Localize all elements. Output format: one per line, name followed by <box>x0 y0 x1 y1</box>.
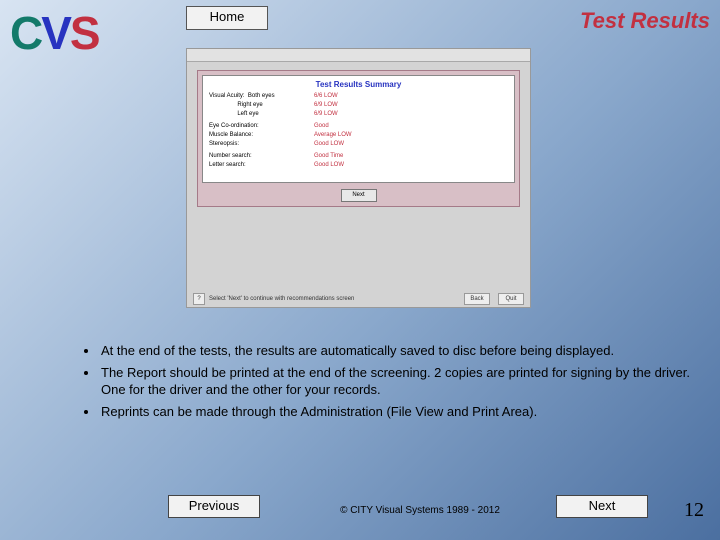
results-screenshot: Test Results Summary Visual Acuity: Both… <box>186 48 531 308</box>
row-label: Eye Co-ordination: <box>209 122 314 131</box>
help-icon: ? <box>193 293 205 305</box>
slide: CVS Home Test Results Test Results Summa… <box>0 0 720 540</box>
screenshot-quit-button: Quit <box>498 293 524 305</box>
logo: CVS <box>10 6 99 60</box>
row-label: Number search: <box>209 152 314 161</box>
row-label: Letter search: <box>209 161 314 170</box>
screenshot-heading: Test Results Summary <box>209 80 508 89</box>
row-label: Visual Acuity: Both eyes Right eye Left … <box>209 92 314 119</box>
row-value: Good LOW <box>314 161 344 170</box>
bullet-list: At the end of the tests, the results are… <box>85 342 690 424</box>
row-value: Good <box>314 122 329 131</box>
logo-s: S <box>70 7 99 59</box>
list-item: At the end of the tests, the results are… <box>99 342 690 360</box>
logo-c: C <box>10 7 41 59</box>
row-value: Average LOW <box>314 131 352 140</box>
list-item: Reprints can be made through the Adminis… <box>99 403 690 421</box>
row-value: 6/6 LOW 6/9 LOW 6/9 LOW <box>314 92 338 119</box>
screenshot-hint: Select 'Next' to continue with recommend… <box>209 296 456 302</box>
row-value: Good LOW <box>314 140 344 149</box>
row-label: Muscle Balance: <box>209 131 314 140</box>
screenshot-titlebar <box>187 49 530 62</box>
page-title: Test Results <box>580 8 710 34</box>
screenshot-back-button: Back <box>464 293 490 305</box>
row-label: Stereopsis: <box>209 140 314 149</box>
page-number: 12 <box>684 499 704 522</box>
screenshot-footer: ? Select 'Next' to continue with recomme… <box>193 293 524 305</box>
list-item: The Report should be printed at the end … <box>99 364 690 399</box>
screenshot-next-button: Next <box>341 189 377 202</box>
next-button[interactable]: Next <box>556 495 648 518</box>
home-button[interactable]: Home <box>186 6 268 30</box>
logo-v: V <box>41 7 70 59</box>
row-value: Good Time <box>314 152 343 161</box>
copyright: © CITY Visual Systems 1989 - 2012 <box>310 505 530 516</box>
previous-button[interactable]: Previous <box>168 495 260 518</box>
